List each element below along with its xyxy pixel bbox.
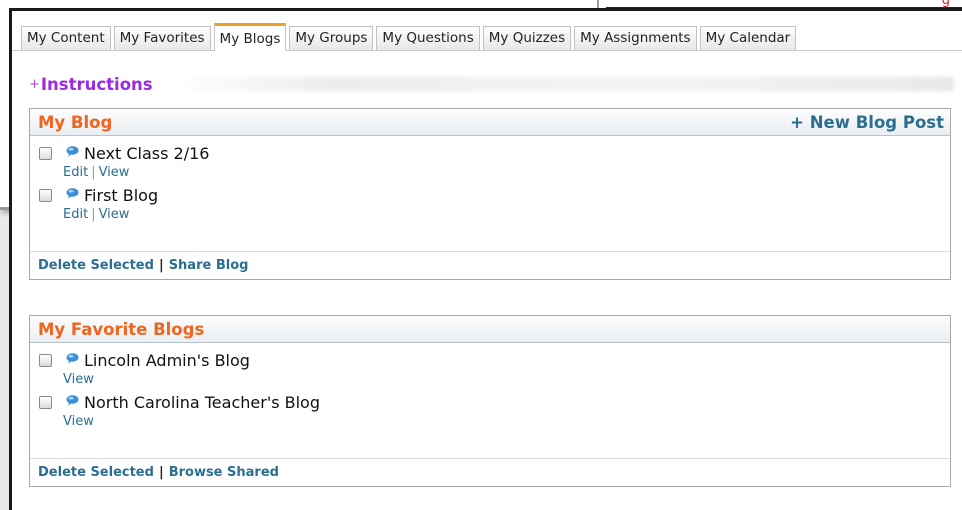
entry-title[interactable]: Lincoln Admin's Blog <box>84 351 250 370</box>
view-link[interactable]: View <box>99 207 130 222</box>
view-link[interactable]: View <box>99 165 130 180</box>
footer-separator: | <box>158 258 164 273</box>
entry-checkbox[interactable] <box>39 353 52 367</box>
browse-shared-button[interactable]: Browse Shared <box>169 465 279 480</box>
speech-bubble-icon <box>66 145 79 156</box>
entry-actions: Edit | View <box>39 164 950 184</box>
edit-link[interactable]: Edit <box>63 165 88 180</box>
tab-my-blogs[interactable]: My Blogs <box>213 23 287 51</box>
tab-my-quizzes[interactable]: My Quizzes <box>482 26 572 50</box>
my-blog-header: My Blog + New Blog Post <box>30 109 950 136</box>
blogs-window: My Content My Favorites My Blogs My Grou… <box>9 8 962 510</box>
delete-selected-button[interactable]: Delete Selected <box>38 258 154 273</box>
entry-checkbox[interactable] <box>39 395 52 409</box>
favorite-blogs-footer: Delete Selected | Browse Shared <box>30 458 950 486</box>
expand-plus-icon: + <box>29 76 40 92</box>
my-blog-panel: My Blog + New Blog Post Next Class 2/16 … <box>29 108 951 280</box>
instructions-toggle[interactable]: + Instructions <box>29 73 954 95</box>
tab-my-groups[interactable]: My Groups <box>289 26 374 50</box>
edit-link[interactable]: Edit <box>63 207 88 222</box>
speech-bubble-icon <box>66 187 79 198</box>
tab-bar: My Content My Favorites My Blogs My Grou… <box>12 21 962 51</box>
instructions-blur <box>174 77 954 91</box>
new-blog-post-button[interactable]: + New Blog Post <box>790 113 944 132</box>
my-blog-title: My Blog <box>38 112 113 132</box>
favorite-blog-entry: Lincoln Admin's Blog View <box>30 349 950 391</box>
blog-entry: Next Class 2/16 Edit | View <box>30 142 950 184</box>
entry-title[interactable]: Next Class 2/16 <box>84 144 209 163</box>
entry-actions: Edit | View <box>39 206 950 226</box>
favorite-blogs-header: My Favorite Blogs <box>30 316 950 343</box>
tab-my-assignments[interactable]: My Assignments <box>574 26 697 50</box>
tab-my-content[interactable]: My Content <box>21 26 111 50</box>
footer-separator: | <box>158 465 164 480</box>
link-separator: | <box>91 207 96 222</box>
entry-checkbox[interactable] <box>39 188 52 202</box>
my-blog-footer: Delete Selected | Share Blog <box>30 251 950 279</box>
view-link[interactable]: View <box>63 372 94 387</box>
tab-my-questions[interactable]: My Questions <box>376 26 480 50</box>
favorite-blog-entry: North Carolina Teacher's Blog View <box>30 391 950 433</box>
view-link[interactable]: View <box>63 414 94 429</box>
favorite-blogs-panel: My Favorite Blogs Lincoln Admin's Blog V… <box>29 315 951 487</box>
entry-actions: View <box>39 413 950 433</box>
entry-title[interactable]: North Carolina Teacher's Blog <box>84 393 320 412</box>
entry-checkbox[interactable] <box>39 146 52 160</box>
delete-selected-button[interactable]: Delete Selected <box>38 465 154 480</box>
share-blog-button[interactable]: Share Blog <box>169 258 249 273</box>
favorite-blogs-title: My Favorite Blogs <box>38 319 205 339</box>
entry-actions: View <box>39 371 950 391</box>
tab-my-calendar[interactable]: My Calendar <box>699 26 797 50</box>
speech-bubble-icon <box>66 352 79 363</box>
entry-title[interactable]: First Blog <box>84 186 158 205</box>
tab-my-favorites[interactable]: My Favorites <box>113 26 211 50</box>
speech-bubble-icon <box>66 394 79 405</box>
blog-entry: First Blog Edit | View <box>30 184 950 226</box>
instructions-label: Instructions <box>40 74 153 94</box>
link-separator: | <box>91 165 96 180</box>
